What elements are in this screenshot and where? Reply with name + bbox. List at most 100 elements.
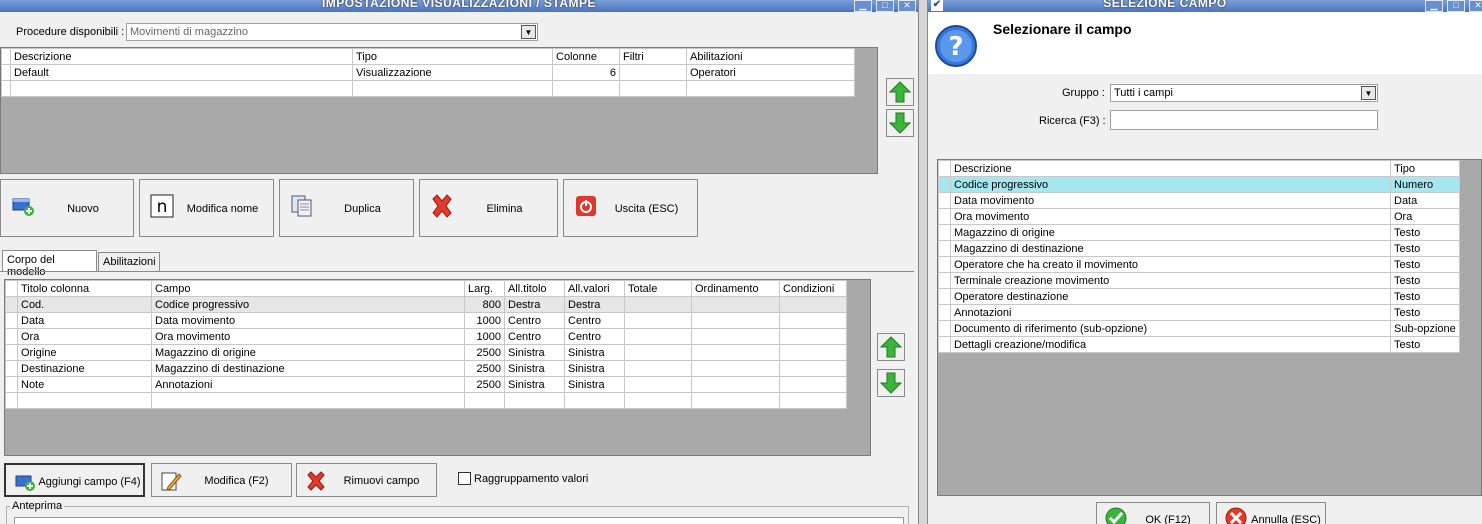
modifica-nome-button[interactable]: n Modifica nome xyxy=(139,179,274,237)
table-cell[interactable] xyxy=(779,344,847,361)
table-cell[interactable]: 800 xyxy=(464,296,505,313)
table-cell[interactable]: Testo xyxy=(1390,304,1460,321)
table-cell[interactable] xyxy=(779,392,847,409)
close-button[interactable]: ✕ xyxy=(1469,0,1482,12)
table-cell[interactable]: 2500 xyxy=(464,360,505,377)
table-cell[interactable] xyxy=(10,80,353,97)
table-cell[interactable]: Terminale creazione movimento xyxy=(950,272,1391,289)
column-header[interactable]: Titolo colonna xyxy=(17,280,152,297)
table-cell[interactable]: 6 xyxy=(552,64,620,81)
table-cell[interactable] xyxy=(624,344,692,361)
table-cell[interactable] xyxy=(779,360,847,377)
column-header[interactable]: Descrizione xyxy=(950,160,1391,177)
table-cell[interactable]: Data xyxy=(1390,192,1460,209)
table-cell[interactable] xyxy=(352,80,553,97)
table-cell[interactable] xyxy=(691,328,780,345)
table-row[interactable]: Terminale creazione movimento Testo xyxy=(938,272,1460,289)
elimina-button[interactable]: Elimina xyxy=(419,179,558,237)
table-cell[interactable]: Codice progressivo xyxy=(151,296,465,313)
table-cell[interactable]: Operatore destinazione xyxy=(950,288,1391,305)
gruppo-select[interactable]: Tutti i campi ▼ xyxy=(1110,84,1378,102)
tab-abilitazioni[interactable]: Abilitazioni xyxy=(98,252,160,272)
ok-button[interactable]: OK (F12) xyxy=(1096,502,1210,524)
table-cell[interactable]: Sinistra xyxy=(564,344,625,361)
table-cell[interactable]: Data movimento xyxy=(950,192,1391,209)
column-header[interactable]: Larg. xyxy=(464,280,505,297)
table-cell[interactable] xyxy=(691,376,780,393)
table-cell[interactable] xyxy=(151,392,465,409)
table-cell[interactable]: Codice progressivo xyxy=(950,176,1391,193)
table-cell[interactable]: Cod. xyxy=(17,296,152,313)
table-row[interactable]: Ora Ora movimento 1000 Centro Centro xyxy=(5,328,847,345)
table-cell[interactable] xyxy=(564,392,625,409)
table-cell[interactable] xyxy=(624,360,692,377)
move-column-down-button[interactable] xyxy=(877,369,905,397)
table-cell[interactable]: Numero xyxy=(1390,176,1460,193)
maximize-button[interactable]: □ xyxy=(1447,0,1465,12)
table-cell[interactable] xyxy=(691,392,780,409)
table-cell[interactable]: Destinazione xyxy=(17,360,152,377)
table-cell[interactable] xyxy=(17,392,152,409)
chevron-down-icon[interactable]: ▼ xyxy=(521,25,536,39)
table-cell[interactable]: Default xyxy=(10,64,353,81)
move-view-up-button[interactable] xyxy=(886,78,914,106)
table-cell[interactable]: Magazzino di destinazione xyxy=(950,240,1391,257)
table-cell[interactable] xyxy=(691,344,780,361)
table-cell[interactable]: Magazzino di origine xyxy=(950,224,1391,241)
table-cell[interactable]: Testo xyxy=(1390,336,1460,353)
nuovo-button[interactable]: Nuovo xyxy=(0,179,134,237)
table-cell[interactable]: Destra xyxy=(564,296,625,313)
tab-corpo-modello[interactable]: Corpo del modello xyxy=(2,250,97,278)
ricerca-input[interactable] xyxy=(1110,110,1378,130)
move-view-down-button[interactable] xyxy=(886,109,914,137)
column-header[interactable]: Campo xyxy=(151,280,465,297)
move-column-up-button[interactable] xyxy=(877,333,905,361)
table-cell[interactable] xyxy=(624,392,692,409)
table-cell[interactable]: Sinistra xyxy=(564,360,625,377)
fields-grid[interactable]: Descrizione Tipo Codice progressivo Numero… xyxy=(937,159,1482,496)
table-row[interactable]: Magazzino di origine Testo xyxy=(938,224,1460,241)
table-cell[interactable]: 1000 xyxy=(464,328,505,345)
column-header[interactable]: Colonne xyxy=(552,48,620,65)
table-cell[interactable]: Ora movimento xyxy=(950,208,1391,225)
table-cell[interactable]: Data xyxy=(17,312,152,329)
table-row[interactable]: Data Data movimento 1000 Centro Centro xyxy=(5,312,847,329)
table-cell[interactable]: Operatori xyxy=(686,64,855,81)
table-row[interactable]: Annotazioni Testo xyxy=(938,304,1460,321)
table-row[interactable]: Destinazione Magazzino di destinazione 250… xyxy=(5,360,847,377)
table-row[interactable]: Operatore destinazione Testo xyxy=(938,288,1460,305)
column-header[interactable]: Abilitazioni xyxy=(686,48,855,65)
views-grid[interactable]: Descrizione Tipo Colonne Filtri Abilitazioni… xyxy=(0,47,878,174)
minimize-button[interactable]: ▁ xyxy=(854,0,872,12)
uscita-button[interactable]: Uscita (ESC) xyxy=(563,179,698,237)
table-cell[interactable] xyxy=(619,64,687,81)
column-header[interactable]: Condizioni xyxy=(779,280,847,297)
columns-grid[interactable]: Titolo colonna Campo Larg. All.titolo All.va… xyxy=(4,279,871,456)
table-cell[interactable]: Ora movimento xyxy=(151,328,465,345)
table-cell[interactable]: Annotazioni xyxy=(950,304,1391,321)
table-cell[interactable] xyxy=(624,376,692,393)
table-row[interactable]: Origine Magazzino di origine 2500 Sinistra S… xyxy=(5,344,847,361)
table-row[interactable]: Magazzino di destinazione Testo xyxy=(938,240,1460,257)
table-cell[interactable]: 2500 xyxy=(464,376,505,393)
table-cell[interactable] xyxy=(686,80,855,97)
table-cell[interactable]: Ora xyxy=(17,328,152,345)
raggruppamento-checkbox[interactable] xyxy=(458,472,471,485)
table-cell[interactable]: 1000 xyxy=(464,312,505,329)
table-cell[interactable]: Documento di riferimento (sub-opzione) xyxy=(950,320,1391,337)
table-row[interactable]: Default Visualizzazione 6 Operatori xyxy=(1,64,855,81)
table-cell[interactable]: Testo xyxy=(1390,288,1460,305)
aggiungi-campo-button[interactable]: Aggiungi campo (F4) xyxy=(4,463,145,497)
procedure-select[interactable]: Movimenti di magazzino ▼ xyxy=(126,23,538,41)
table-cell[interactable] xyxy=(504,392,565,409)
table-cell[interactable] xyxy=(619,80,687,97)
table-cell[interactable]: Testo xyxy=(1390,224,1460,241)
maximize-button[interactable]: □ xyxy=(876,0,894,12)
table-cell[interactable]: Data movimento xyxy=(151,312,465,329)
table-row[interactable] xyxy=(5,392,847,409)
table-cell[interactable]: Centro xyxy=(564,328,625,345)
table-cell[interactable]: Sinistra xyxy=(504,360,565,377)
table-row[interactable] xyxy=(1,80,855,97)
chevron-down-icon[interactable]: ▼ xyxy=(1361,86,1376,100)
table-cell[interactable] xyxy=(691,312,780,329)
